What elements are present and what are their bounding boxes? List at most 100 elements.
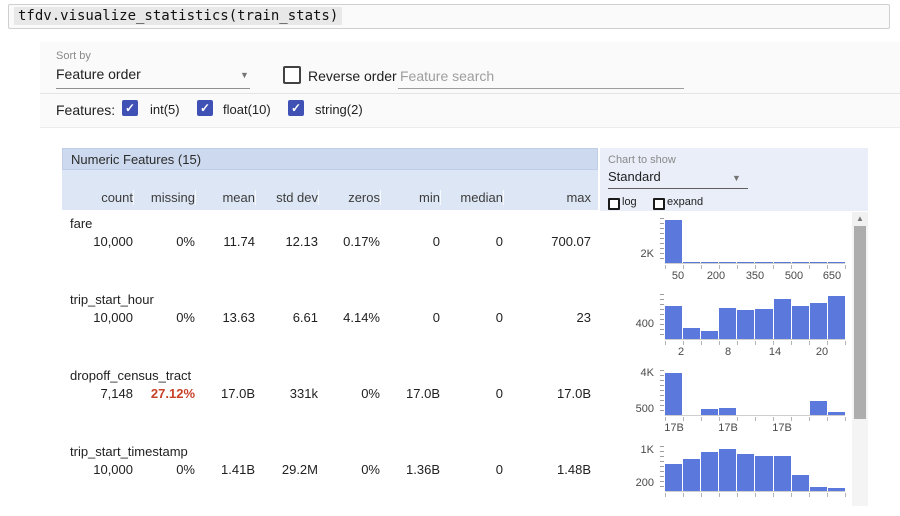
cell-min: 17.0B — [380, 386, 440, 401]
histogram-trip-start-timestamp: 1K200 — [610, 446, 850, 510]
y-axis-labels: 400 — [610, 294, 656, 339]
sort-by-underline — [56, 88, 250, 89]
y-tick-label: 2K — [641, 249, 654, 260]
histogram-bar[interactable] — [755, 309, 772, 339]
histogram-bar[interactable] — [665, 306, 682, 339]
cell-zeros: 0% — [318, 462, 380, 477]
histogram-bar[interactable] — [719, 449, 736, 491]
histogram-bar[interactable] — [774, 262, 791, 263]
histogram-dropoff-census-tract: 4K500 17B17B17B — [610, 370, 850, 434]
int-type-label[interactable]: int(5) — [150, 102, 180, 117]
chart-type-dropdown[interactable]: Standard — [608, 169, 661, 184]
x-axis-ticks — [665, 265, 846, 269]
cell-zeros: 0.17% — [318, 234, 380, 249]
histogram-bar[interactable] — [774, 299, 791, 339]
log-label[interactable]: log — [622, 196, 637, 208]
histogram-bar[interactable] — [737, 310, 754, 339]
x-tick-label: 650 — [814, 271, 850, 282]
histogram-bar[interactable] — [719, 262, 736, 263]
histogram-bar[interactable] — [810, 262, 827, 263]
histogram-bar[interactable] — [828, 412, 845, 415]
column-header-missing: missing — [133, 190, 195, 205]
column-header-mean: mean — [195, 190, 255, 205]
float-type-label[interactable]: float(10) — [223, 102, 271, 117]
histogram-bar[interactable] — [683, 328, 700, 339]
cell-stddev: 12.13 — [255, 234, 318, 249]
y-tick-label: 400 — [636, 319, 654, 330]
histogram-plot — [665, 370, 845, 416]
x-tick-label: 350 — [737, 271, 773, 282]
y-tick-label: 1K — [641, 445, 654, 456]
histogram-bar[interactable] — [701, 262, 718, 263]
histogram-bar[interactable] — [792, 306, 809, 339]
histogram-bar[interactable] — [828, 296, 845, 339]
cell-median: 0 — [440, 310, 503, 325]
histogram-bar[interactable] — [810, 303, 827, 339]
scroll-up-arrow-icon[interactable]: ▲ — [852, 212, 868, 226]
code-text[interactable]: tfdv.visualize_statistics(train_stats) — [14, 7, 342, 25]
string-type-checkbox[interactable]: ✓ — [288, 100, 304, 116]
dropdown-arrow-icon[interactable]: ▼ — [240, 70, 249, 80]
reverse-order-checkbox[interactable] — [283, 66, 301, 84]
histogram-bar[interactable] — [737, 262, 754, 263]
histogram-bar[interactable] — [810, 401, 827, 415]
x-axis-labels: 50200350500650 — [665, 271, 845, 283]
int-type-checkbox[interactable]: ✓ — [122, 100, 138, 116]
histogram-bar[interactable] — [683, 459, 700, 491]
scrollbar-thumb[interactable] — [854, 226, 866, 419]
numeric-features-table-head: Numeric Features (15) count missing mean… — [62, 148, 598, 210]
histogram-bar[interactable] — [755, 262, 772, 263]
feature-search-input[interactable] — [398, 64, 684, 89]
histogram-bar[interactable] — [719, 408, 736, 415]
cell-zeros: 0% — [318, 386, 380, 401]
histogram-bar[interactable] — [755, 456, 772, 491]
cell-median: 0 — [440, 462, 503, 477]
table-title: Numeric Features (15) — [62, 148, 598, 170]
facets-controls: Sort by Feature order ▼ Reverse order Fe… — [40, 42, 900, 128]
x-tick-label: 17B — [710, 423, 746, 434]
feature-name: trip_start_hour — [70, 292, 154, 307]
y-axis-labels: 1K200 — [610, 446, 656, 491]
expand-checkbox[interactable] — [653, 198, 665, 210]
log-checkbox[interactable] — [608, 198, 620, 210]
x-axis-ticks — [665, 493, 846, 497]
y-axis-ruler — [660, 294, 664, 339]
histogram-bar[interactable] — [665, 464, 682, 491]
cell-median: 0 — [440, 386, 503, 401]
vertical-scrollbar[interactable]: ▲ — [852, 212, 868, 506]
histogram-bar[interactable] — [828, 262, 845, 263]
histogram-bar[interactable] — [792, 475, 809, 491]
histogram-bar[interactable] — [683, 262, 700, 263]
feature-name: dropoff_census_tract — [70, 368, 191, 383]
dropdown-arrow-icon[interactable]: ▼ — [732, 173, 741, 183]
table-row: trip_start_hour 10,000 0% 13.63 6.61 4.1… — [62, 288, 598, 364]
reverse-order-label[interactable]: Reverse order — [308, 68, 397, 84]
histogram-bar[interactable] — [665, 373, 682, 415]
sort-by-dropdown[interactable]: Feature order — [56, 66, 141, 82]
y-axis-ruler — [660, 218, 664, 263]
histogram-bar[interactable] — [665, 220, 682, 263]
histogram-bar[interactable] — [701, 331, 718, 339]
histogram-bar[interactable] — [828, 488, 845, 491]
table-row: trip_start_timestamp 10,000 0% 1.41B 29.… — [62, 440, 598, 516]
y-tick-label: 4K — [641, 368, 654, 379]
histogram-bar[interactable] — [701, 452, 718, 491]
x-tick-label: 500 — [776, 271, 812, 282]
histogram-bar[interactable] — [810, 487, 827, 491]
cell-min: 0 — [380, 234, 440, 249]
column-header-median: median — [440, 190, 503, 205]
float-type-checkbox[interactable]: ✓ — [197, 100, 213, 116]
notebook-code-cell[interactable]: tfdv.visualize_statistics(train_stats) — [8, 4, 890, 29]
feature-name: trip_start_timestamp — [70, 444, 188, 459]
y-tick-label: 500 — [636, 404, 654, 415]
cell-count: 10,000 — [62, 310, 133, 325]
histogram-bar[interactable] — [737, 454, 754, 491]
cell-stddev: 331k — [255, 386, 318, 401]
x-axis-ticks — [665, 341, 846, 345]
histogram-bar[interactable] — [719, 308, 736, 339]
histogram-bar[interactable] — [774, 456, 791, 491]
string-type-label[interactable]: string(2) — [315, 102, 363, 117]
expand-label[interactable]: expand — [667, 196, 703, 208]
histogram-bar[interactable] — [792, 262, 809, 263]
histogram-bar[interactable] — [701, 409, 718, 415]
